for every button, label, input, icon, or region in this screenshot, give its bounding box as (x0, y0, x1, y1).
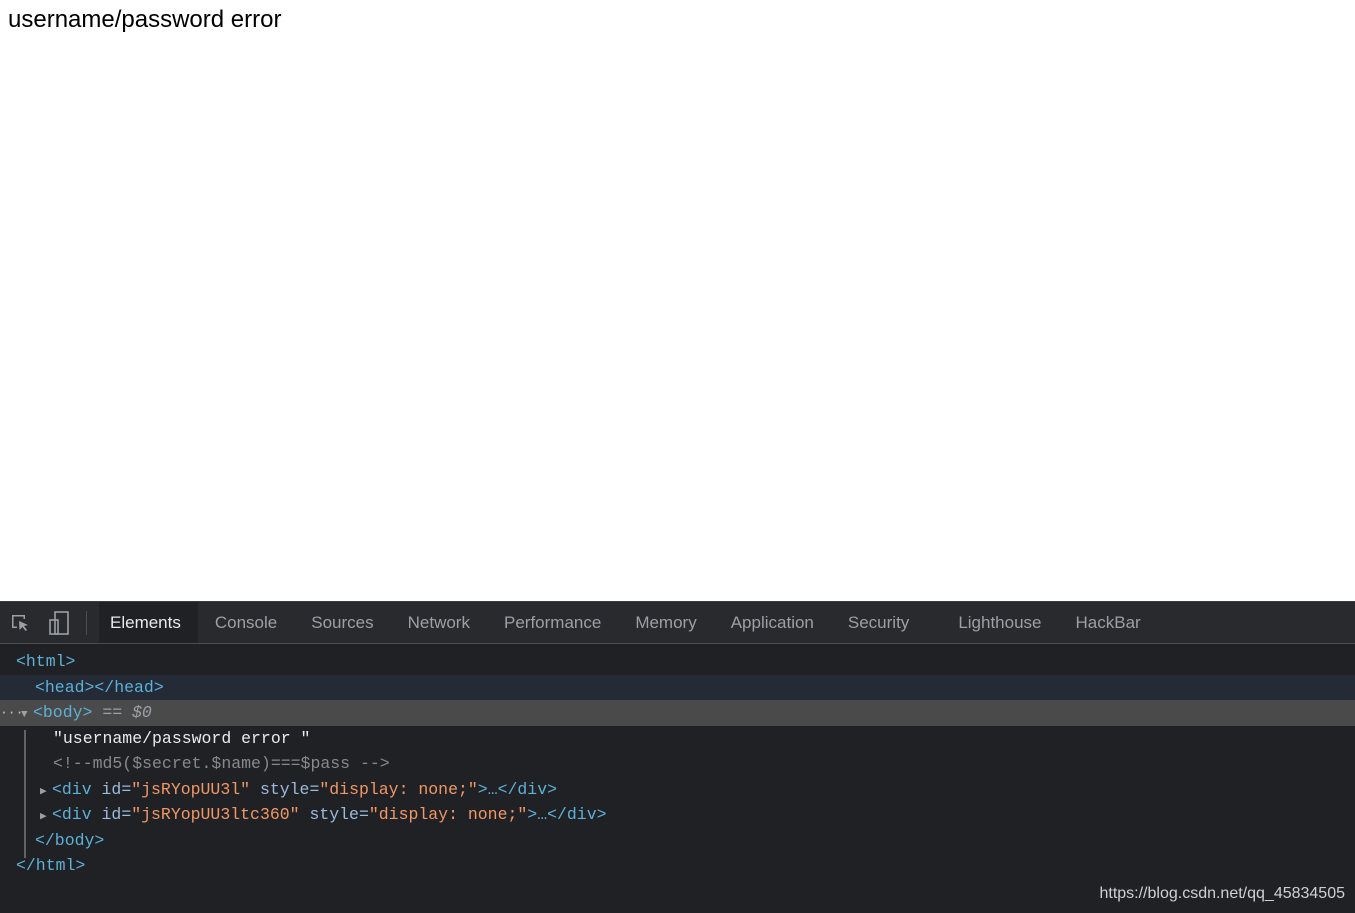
dom-comment-node[interactable]: <!--md5($secret.$name)===$pass --> (0, 751, 1355, 777)
page-body-text: username/password error (8, 6, 282, 33)
tab-hackbar[interactable]: HackBar (1059, 602, 1158, 643)
tab-console[interactable]: Console (198, 602, 294, 643)
dom-node-body[interactable]: ··· ▼ <body> == $0 (0, 700, 1355, 726)
dom-node-div[interactable]: ▶ <div id="jsRYopUU3l" style="display: no… (0, 777, 1355, 803)
dom-node-body-close[interactable]: </body> (0, 828, 1355, 854)
tab-lighthouse[interactable]: Lighthouse (941, 602, 1058, 643)
dom-tree: <html> <head></head> ··· ▼ <body> == $0 "u… (0, 644, 1355, 879)
devtools-toolbar: Elements Console Sources Network Perform… (0, 601, 1355, 644)
dom-node-html-close[interactable]: </html> (0, 853, 1355, 879)
tab-security[interactable]: Security (831, 602, 941, 643)
more-options-icon[interactable]: ··· (0, 700, 23, 726)
tab-application[interactable]: Application (714, 602, 831, 643)
inspect-element-icon[interactable] (10, 612, 32, 634)
toolbar-divider (86, 610, 87, 635)
dom-node-div[interactable]: ▶ <div id="jsRYopUU3ltc360" style="displa… (0, 802, 1355, 828)
tab-performance[interactable]: Performance (487, 602, 618, 643)
dom-node-head[interactable]: <head></head> (0, 674, 1355, 700)
tab-memory[interactable]: Memory (618, 602, 713, 643)
tree-indent-guide (24, 730, 26, 858)
dom-node-html[interactable]: <html> (0, 649, 1355, 675)
tab-elements[interactable]: Elements (99, 602, 198, 643)
dom-text-node[interactable]: "username/password error " (0, 726, 1355, 752)
devtools-panel: Elements Console Sources Network Perform… (0, 601, 1355, 913)
tab-network[interactable]: Network (391, 602, 487, 643)
tab-sources[interactable]: Sources (294, 602, 390, 643)
watermark: https://blog.csdn.net/qq_45834505 (1099, 885, 1345, 902)
device-toolbar-icon[interactable] (48, 610, 70, 635)
